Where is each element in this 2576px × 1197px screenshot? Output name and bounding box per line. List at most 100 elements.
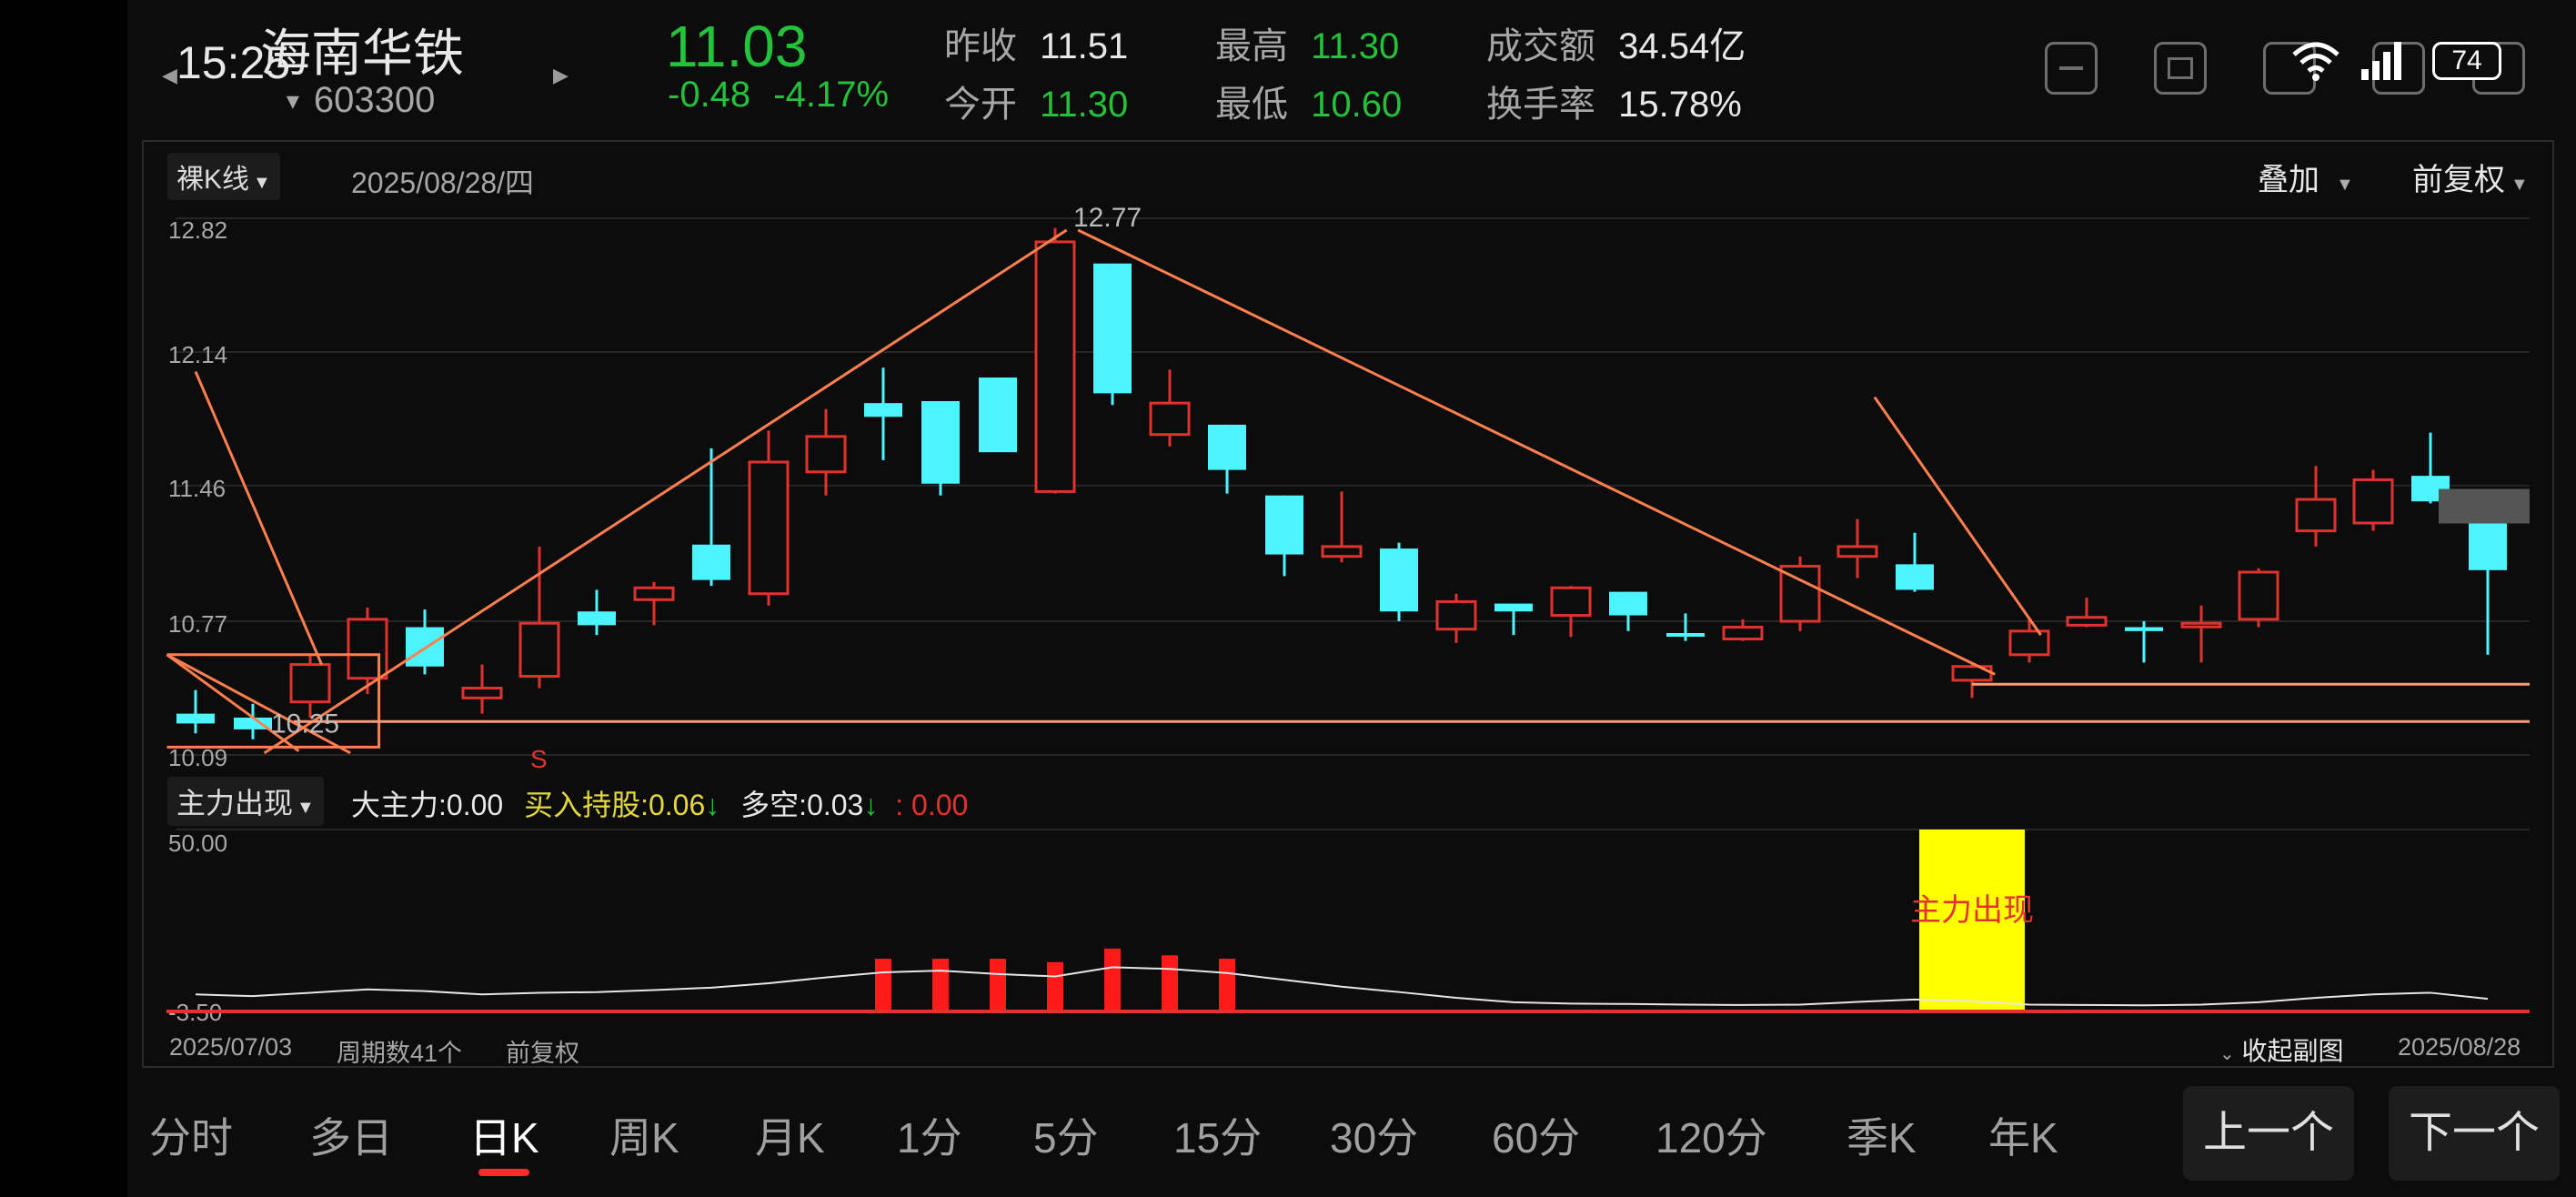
candle-body <box>578 611 616 626</box>
tab-timeframe-11[interactable]: 季K <box>1846 1105 1917 1165</box>
candle-body <box>864 403 902 417</box>
candle-body <box>289 663 331 704</box>
candle-body <box>1836 545 1878 558</box>
high-label: 12.77 <box>1073 203 1142 233</box>
caret-down-icon: ▼ <box>2511 175 2529 195</box>
candle-body <box>2295 498 2337 533</box>
candle-body <box>2008 629 2050 657</box>
tab-timeframe-2[interactable]: 日K <box>469 1105 539 1176</box>
candle-body <box>1149 401 1191 437</box>
highlight-bar-label: 主力出现 <box>1910 893 2034 928</box>
candle-body <box>1609 591 1647 616</box>
trend-line <box>263 228 1068 755</box>
prev-stock-button[interactable]: 上一个 <box>2183 1086 2354 1181</box>
tab-timeframe-4[interactable]: 月K <box>755 1105 825 1165</box>
candle-body <box>1666 633 1705 638</box>
candle-body <box>1034 240 1076 493</box>
low-label: 10.25 <box>271 709 339 739</box>
kline-chart[interactable]: 12.8212.1411.4610.7710.0912.7710.25S <box>127 200 2576 773</box>
caret-down-icon: ▼ <box>2336 175 2354 195</box>
collapse-subchart-button[interactable]: ⌄ 收起副图 <box>2219 1031 2344 1068</box>
indicator-bar <box>1104 948 1121 1011</box>
tab-timeframe-8[interactable]: 30分 <box>1330 1105 1418 1165</box>
app-window: 15:25 ◀ 海南华铁 ▼ 603300 ▶ 11.03 -0.48 -4.1… <box>127 0 2576 1197</box>
candle-body <box>1208 424 1246 470</box>
candle-body <box>1321 545 1363 558</box>
adjust-dropdown[interactable]: 前复权 ▼ <box>2412 155 2529 199</box>
next-stock-button[interactable]: 下一个 <box>2389 1086 2560 1181</box>
tab-timeframe-7[interactable]: 15分 <box>1173 1105 1262 1165</box>
tab-timeframe-3[interactable]: 周K <box>609 1105 679 1165</box>
tab-timeframe-12[interactable]: 年K <box>1988 1105 2058 1165</box>
signal-s-label: S <box>530 745 548 773</box>
candle-body <box>2125 627 2163 631</box>
candle-body <box>2180 621 2222 629</box>
tab-timeframe-10[interactable]: 120分 <box>1655 1105 1767 1165</box>
quote-low: 最低 10.60 <box>1215 85 1403 125</box>
quote-prev-close: 昨收 11.51 <box>944 26 1129 66</box>
landscape-icon[interactable] <box>2154 42 2207 95</box>
prev-stock-icon[interactable]: ◀ <box>162 64 177 87</box>
y-tick-label: 12.14 <box>168 341 227 368</box>
candle-body <box>805 435 847 474</box>
indicator-bar <box>1219 959 1235 1011</box>
candle-body <box>633 586 675 601</box>
tab-timeframe-1[interactable]: 多日 <box>309 1105 393 1165</box>
candle-body <box>461 687 503 699</box>
candle-body <box>176 713 215 724</box>
footer-end-date: 2025/08/28 <box>2398 1033 2521 1061</box>
stock-code: 603300 <box>313 80 436 120</box>
caret-down-icon: ▼ <box>282 89 304 115</box>
y-tick-label: 10.77 <box>168 610 227 638</box>
candle-body <box>518 621 560 679</box>
indicator-bar <box>1162 955 1178 1011</box>
candle-body <box>1093 263 1132 394</box>
price-change-pct: -4.17% <box>773 75 890 115</box>
caret-down-icon: ▼ <box>253 173 271 193</box>
candle-body <box>1896 564 1934 590</box>
quote-amount: 成交额 34.54亿 <box>1486 26 1746 66</box>
candle-body <box>1265 495 1303 555</box>
active-tab-indicator <box>478 1169 529 1176</box>
battery-icon: 74 <box>2432 42 2501 80</box>
indicator-bar <box>932 959 949 1011</box>
candle-body <box>979 377 1017 453</box>
quote-high: 最高 11.30 <box>1215 26 1400 66</box>
candle-body <box>2238 570 2279 621</box>
quote-turnover: 换手率 15.78% <box>1486 85 1742 125</box>
candle-body <box>1380 548 1418 612</box>
stock-code-row[interactable]: ▼ 603300 <box>282 80 435 121</box>
indicator-line <box>195 966 2489 1007</box>
indicator-bar <box>1047 961 1063 1011</box>
current-price: 11.03 <box>666 14 808 79</box>
battery-level: 74 <box>2451 45 2482 75</box>
indicator-chart[interactable]: 50.00-3.50主力出现 <box>127 819 2576 1046</box>
price-marker <box>2439 488 2530 524</box>
candle-body <box>921 400 960 484</box>
candle-body <box>2352 478 2394 525</box>
kline-mode-dropdown[interactable]: 裸K线 ▼ <box>167 153 280 200</box>
stock-name: 海南华铁 <box>260 25 464 82</box>
tab-timeframe-9[interactable]: 60分 <box>1492 1105 1580 1165</box>
tab-timeframe-0[interactable]: 分时 <box>149 1105 233 1165</box>
tab-timeframe-5[interactable]: 1分 <box>897 1105 962 1165</box>
tab-timeframe-6[interactable]: 5分 <box>1033 1105 1099 1165</box>
candle-body <box>1494 603 1533 612</box>
chart-date: 2025/08/28/四 <box>351 166 535 199</box>
wifi-icon <box>2292 42 2340 81</box>
footer-adjust: 前复权 <box>506 1040 579 1067</box>
candle-body <box>347 618 388 680</box>
candle-body <box>748 460 790 596</box>
indicator-bar <box>990 959 1006 1011</box>
arrow-down-icon: ↓ <box>863 789 879 821</box>
next-stock-icon[interactable]: ▶ <box>553 64 569 87</box>
candle-body <box>2469 517 2507 570</box>
minimize-icon[interactable] <box>2045 42 2098 95</box>
chevron-down-icon: ⌄ <box>2219 1044 2235 1064</box>
price-change-row: -0.48 -4.17% <box>668 75 889 116</box>
overlay-dropdown[interactable]: 叠加 ▼ <box>2258 155 2354 199</box>
price-change: -0.48 <box>668 75 751 115</box>
signal-icon <box>2361 42 2401 80</box>
footer-period: 周期数41个 <box>337 1040 463 1067</box>
candle-body <box>1722 626 1764 640</box>
